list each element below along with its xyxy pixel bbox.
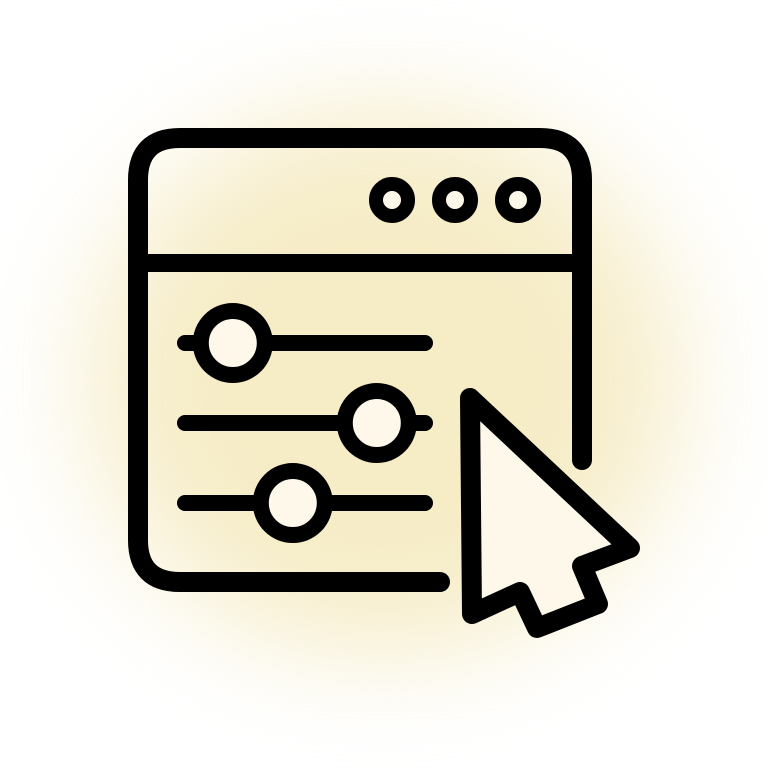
slider-knob	[252, 463, 333, 543]
window-dot	[495, 177, 541, 223]
browser-settings-cursor-icon	[128, 128, 640, 638]
slider-knob	[192, 303, 273, 383]
window-dot	[369, 177, 415, 223]
slider-controls	[177, 303, 433, 543]
cursor-arrow-icon	[460, 388, 640, 638]
window-dots-icon	[369, 177, 541, 223]
window-dot	[432, 177, 478, 223]
icon-canvas	[0, 0, 768, 768]
slider-knob	[336, 383, 417, 463]
